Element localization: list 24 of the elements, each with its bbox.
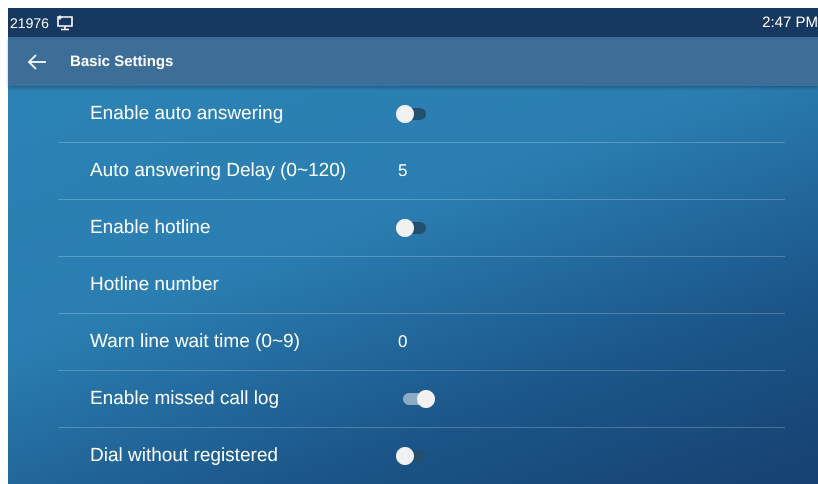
settings-row[interactable]: Enable hotline <box>58 200 785 257</box>
settings-row[interactable]: Warn line wait time (0~9) 0 <box>58 314 785 371</box>
setting-label: Hotline number <box>90 274 220 296</box>
back-arrow-icon[interactable] <box>27 54 47 70</box>
setting-value: 5 <box>398 161 408 181</box>
extension-number: 21976 <box>10 14 49 31</box>
setting-label: Enable auto answering <box>90 103 284 125</box>
setting-value: 0 <box>398 332 408 352</box>
clock-time: 2:47 PM <box>762 14 818 32</box>
setting-label: Dial without registered <box>90 445 279 467</box>
toggle-switch[interactable] <box>398 222 426 234</box>
setting-label: Enable missed call log <box>90 388 280 410</box>
settings-row[interactable]: Auto answering Delay (0~120) 5 <box>58 143 785 200</box>
toggle-switch[interactable] <box>398 450 426 462</box>
settings-row[interactable]: Dial without registered <box>58 428 785 484</box>
settings-row[interactable]: Enable missed call log <box>58 371 785 428</box>
network-icon <box>54 14 75 31</box>
page-title: Basic Settings <box>70 53 174 70</box>
toggle-switch[interactable] <box>398 108 426 120</box>
settings-row[interactable]: Enable auto answering <box>58 86 785 143</box>
settings-row[interactable]: Hotline number <box>58 257 785 314</box>
setting-label: Warn line wait time (0~9) <box>90 331 301 353</box>
setting-label: Enable hotline <box>90 217 212 239</box>
setting-label: Auto answering Delay (0~120) <box>90 160 348 182</box>
